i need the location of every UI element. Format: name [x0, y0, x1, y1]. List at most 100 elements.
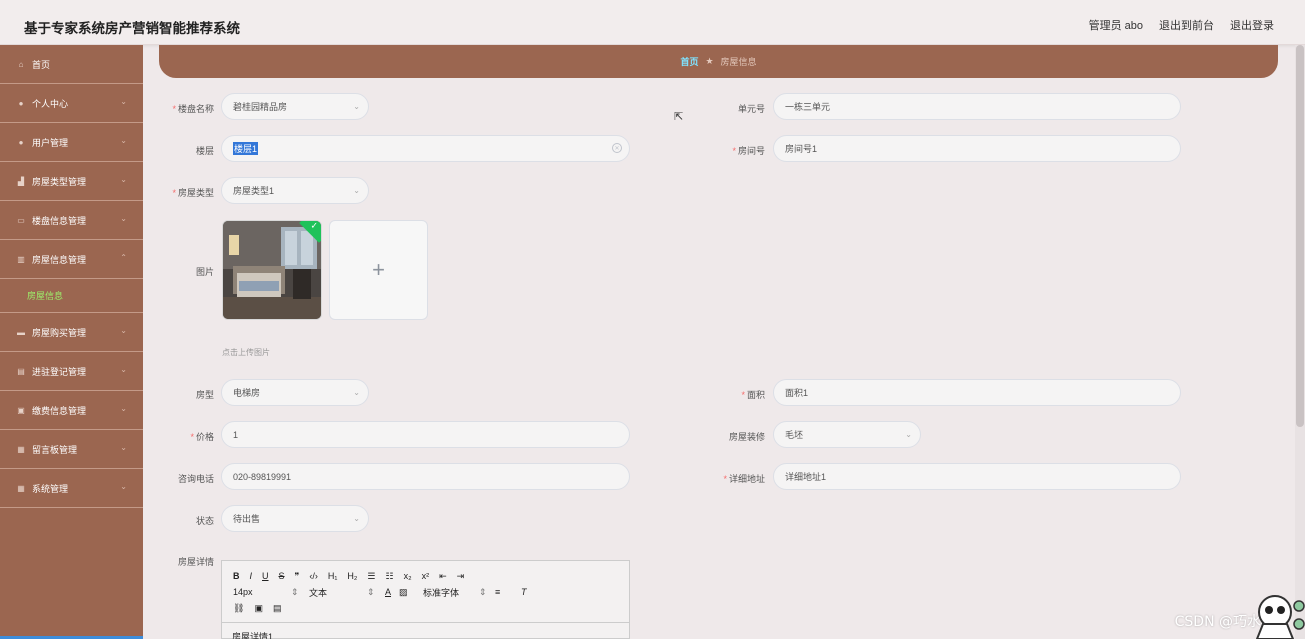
editor-toolbar-row1: B I U S ❞ ‹/› H₁ H₂ ☰ ☷ x₂ x² ⇤ ⇥ — [222, 568, 629, 584]
sidebar-item-label: 缴费信息管理 — [32, 405, 87, 416]
grid-icon: ▦ — [17, 483, 25, 493]
frontend-link[interactable]: 退出到前台 — [1159, 17, 1214, 33]
sidebar-item-home[interactable]: ⌂ 首页 — [0, 45, 143, 84]
trash-icon: ▦ — [17, 444, 25, 454]
huxing-select[interactable]: 电梯房 ⌄ — [221, 379, 369, 406]
underline-button[interactable]: U — [262, 571, 269, 581]
breadcrumb-home[interactable]: 首页 — [680, 55, 698, 68]
italic-button[interactable]: I — [250, 571, 253, 581]
sidebar-item-message-board-management[interactable]: ▦ 留言板管理 ⌄ — [0, 430, 143, 469]
strike-button[interactable]: S — [279, 571, 285, 581]
logout-link[interactable]: 退出登录 — [1230, 17, 1274, 33]
upload-button[interactable]: + — [329, 220, 428, 320]
sidebar-item-house-purchase-management[interactable]: ▬ 房屋购买管理 ⌄ — [0, 313, 143, 352]
chart-icon: ▟ — [17, 176, 25, 186]
sidebar-item-payment-management[interactable]: ▣ 缴费信息管理 ⌄ — [0, 391, 143, 430]
sidebar-item-user-management[interactable]: ● 用户管理 ⌄ — [0, 123, 143, 162]
text-type-select[interactable]: 文本 — [309, 586, 367, 599]
scrollbar-thumb[interactable] — [1296, 45, 1304, 427]
chevron-down-icon: ⌄ — [120, 365, 127, 374]
loupan-select[interactable]: 碧桂园精品房 ⌄ — [221, 93, 369, 120]
chevron-down-icon: ⌄ — [120, 443, 127, 452]
chevron-down-icon: ⌄ — [120, 136, 127, 145]
fangwuleixing-select[interactable]: 房屋类型1 ⌄ — [221, 177, 369, 204]
superscript-button[interactable]: x² — [422, 571, 430, 581]
top-links: 管理员 abo 退出到前台 退出登录 — [1089, 17, 1274, 33]
editor-toolbar-row2: 14px ⇕ 文本 ⇕ A ▨ 标准字体 ⇕ ≡ T — [222, 584, 629, 600]
subscript-button[interactable]: x₂ — [404, 571, 412, 581]
sidebar-item-label: 首页 — [32, 59, 51, 70]
sidebar-item-label: 房屋类型管理 — [32, 176, 87, 187]
sidebar-item-label: 房屋信息管理 — [32, 254, 87, 265]
louceng-label: 楼层 — [195, 146, 214, 156]
sidebar-item-system-management[interactable]: ▦ 系统管理 ⌄ — [0, 469, 143, 508]
danyuan-label: 单元号 — [737, 104, 765, 114]
chevron-down-icon: ⌄ — [120, 214, 127, 223]
header1-button[interactable]: H₁ — [328, 571, 338, 581]
clear-format-icon[interactable]: T — [521, 587, 537, 597]
sidebar-item-building-info-management[interactable]: ▭ 楼盘信息管理 ⌄ — [0, 201, 143, 240]
chevron-down-icon: ⌄ — [905, 430, 912, 439]
indent-button[interactable]: ⇥ — [457, 571, 465, 582]
danyuan-input[interactable]: 一栋三单元 — [773, 93, 1181, 120]
louceng-input[interactable]: 楼层1 ✕ — [221, 135, 630, 162]
sidebar-item-label: 进驻登记管理 — [32, 366, 87, 377]
zhuangtai-label: 状态 — [195, 516, 214, 526]
outdent-button[interactable]: ⇤ — [439, 571, 447, 582]
dizhi-input[interactable]: 详细地址1 — [773, 463, 1181, 490]
admin-user-link[interactable]: 管理员 abo — [1089, 17, 1143, 33]
bedroom-photo — [223, 221, 321, 319]
chevron-down-icon: ⌄ — [353, 102, 360, 111]
scrollbar[interactable] — [1295, 45, 1305, 639]
chevron-down-icon: ⌄ — [353, 514, 360, 523]
link-icon[interactable]: ⛓ — [233, 603, 244, 614]
app-title: 基于专家系统房产营销智能推荐系统 — [24, 21, 240, 37]
header2-button[interactable]: H₂ — [347, 571, 357, 581]
loupan-label: * 楼盘名称 — [172, 104, 214, 114]
editor-content[interactable]: 房屋详情1 — [232, 630, 273, 639]
chevron-updown-icon: ⇕ — [367, 586, 375, 597]
zhuangxiu-select[interactable]: 毛坯 ⌄ — [773, 421, 921, 448]
fangjian-input[interactable]: 房间号1 — [773, 135, 1181, 162]
jiage-input[interactable]: 1 — [221, 421, 630, 448]
chevron-down-icon: ⌄ — [120, 404, 127, 413]
mianji-label: * 面积 — [741, 390, 765, 400]
font-size-select[interactable]: 14px — [233, 587, 291, 597]
ordered-list-button[interactable]: ☰ — [367, 571, 375, 582]
home-icon: ⌂ — [18, 59, 24, 69]
clear-icon[interactable]: ✕ — [612, 143, 622, 153]
bullet-list-button[interactable]: ☷ — [386, 571, 394, 582]
font-family-select[interactable]: 标准字体 — [423, 586, 479, 599]
sidebar-item-personal-center[interactable]: ● 个人中心 ⌄ — [0, 84, 143, 123]
sidebar-item-label: 留言板管理 — [32, 444, 78, 455]
bold-button[interactable]: B — [233, 571, 240, 581]
mianji-input[interactable]: 面积1 — [773, 379, 1181, 406]
image-icon[interactable]: ▣ — [254, 603, 263, 614]
rich-text-editor[interactable]: B I U S ❞ ‹/› H₁ H₂ ☰ ☷ x₂ x² ⇤ ⇥ 14px ⇕… — [221, 560, 630, 639]
dianhua-input[interactable]: 020-89819991 — [221, 463, 630, 490]
dianhua-label: 咨询电话 — [177, 474, 214, 484]
sidebar-item-label: 用户管理 — [32, 137, 69, 148]
chevron-down-icon: ⌄ — [120, 97, 127, 106]
sidebar-subitem-house-info[interactable]: 房屋信息 — [0, 279, 143, 313]
sidebar-item-checkin-management[interactable]: ▤ 进驻登记管理 ⌄ — [0, 352, 143, 391]
jiage-label: * 价格 — [190, 432, 214, 442]
sidebar-item-house-info-management[interactable]: ▥ 房屋信息管理 ⌃ — [0, 240, 143, 279]
mascot-sticker-icon — [1255, 595, 1305, 639]
uploaded-image-thumbnail[interactable]: ✓ — [222, 220, 322, 320]
top-bar: 基于专家系统房产营销智能推荐系统 管理员 abo 退出到前台 退出登录 — [0, 0, 1305, 45]
align-icon[interactable]: ≡ — [495, 587, 521, 597]
video-icon[interactable]: ▤ — [273, 603, 282, 614]
background-color-icon[interactable]: ▨ — [399, 587, 415, 598]
chevron-down-icon: ⌄ — [120, 482, 127, 491]
editor-toolbar-row3: ⛓ ▣ ▤ — [222, 600, 629, 616]
blockquote-button[interactable]: ❞ — [295, 571, 300, 582]
chevron-down-icon: ⌄ — [120, 175, 127, 184]
code-block-button[interactable]: ‹/› — [309, 571, 318, 581]
upload-hint: 点击上传图片 — [222, 348, 270, 357]
sidebar: ⌂ 首页 ● 个人中心 ⌄ ● 用户管理 ⌄ ▟ 房屋类型管理 ⌄ ▭ 楼盘信息管理 ⌄ ▥ 房屋信… — [0, 45, 143, 639]
sidebar-item-house-type-management[interactable]: ▟ 房屋类型管理 ⌄ — [0, 162, 143, 201]
font-color-icon[interactable]: A — [385, 587, 399, 597]
chevron-up-icon: ⌃ — [120, 253, 127, 262]
zhuangtai-select[interactable]: 待出售 ⌄ — [221, 505, 369, 532]
